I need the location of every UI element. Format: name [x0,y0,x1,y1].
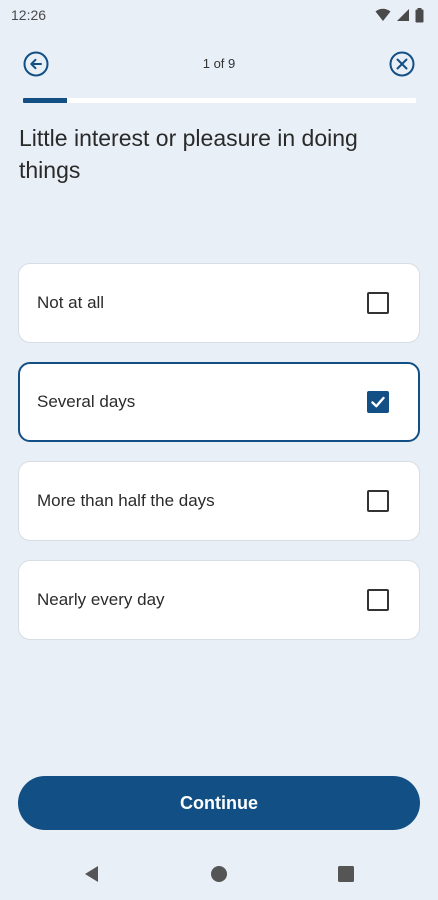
checkmark-icon [371,396,385,408]
step-indicator: 1 of 9 [202,56,236,71]
close-circle-icon [389,51,415,77]
progress-fill [23,98,67,103]
option-label: More than half the days [37,491,215,510]
close-button[interactable] [382,44,422,84]
status-icons [375,7,424,23]
option-more-than-half[interactable]: More than half the days [18,461,420,541]
nav-home-icon[interactable] [209,864,229,884]
status-time: 12:26 [11,7,47,23]
nav-back-icon[interactable] [82,864,102,884]
question-text: Little interest or pleasure in doing thi… [19,125,358,183]
battery-icon [415,7,424,22]
option-nearly-every-day[interactable]: Nearly every day [18,560,420,640]
checkbox[interactable] [367,490,389,512]
signal-icon [397,9,409,21]
system-nav-bar [0,852,438,896]
option-several-days[interactable]: Several days [18,362,420,442]
status-bar: 12:26 [0,0,438,30]
progress-bar [23,98,416,103]
option-label: Not at all [37,293,105,312]
checkbox[interactable] [367,292,389,314]
answer-options: Not at all Several days More than half t… [18,263,420,640]
option-label: Several days [37,392,136,411]
checkbox[interactable] [367,391,389,413]
header: 1 of 9 [0,44,438,84]
nav-recents-icon[interactable] [336,864,356,884]
continue-button[interactable]: Continue [18,776,420,830]
checkbox[interactable] [367,589,389,611]
wifi-icon [375,8,391,21]
option-not-at-all[interactable]: Not at all [18,263,420,343]
option-label: Nearly every day [37,590,165,609]
